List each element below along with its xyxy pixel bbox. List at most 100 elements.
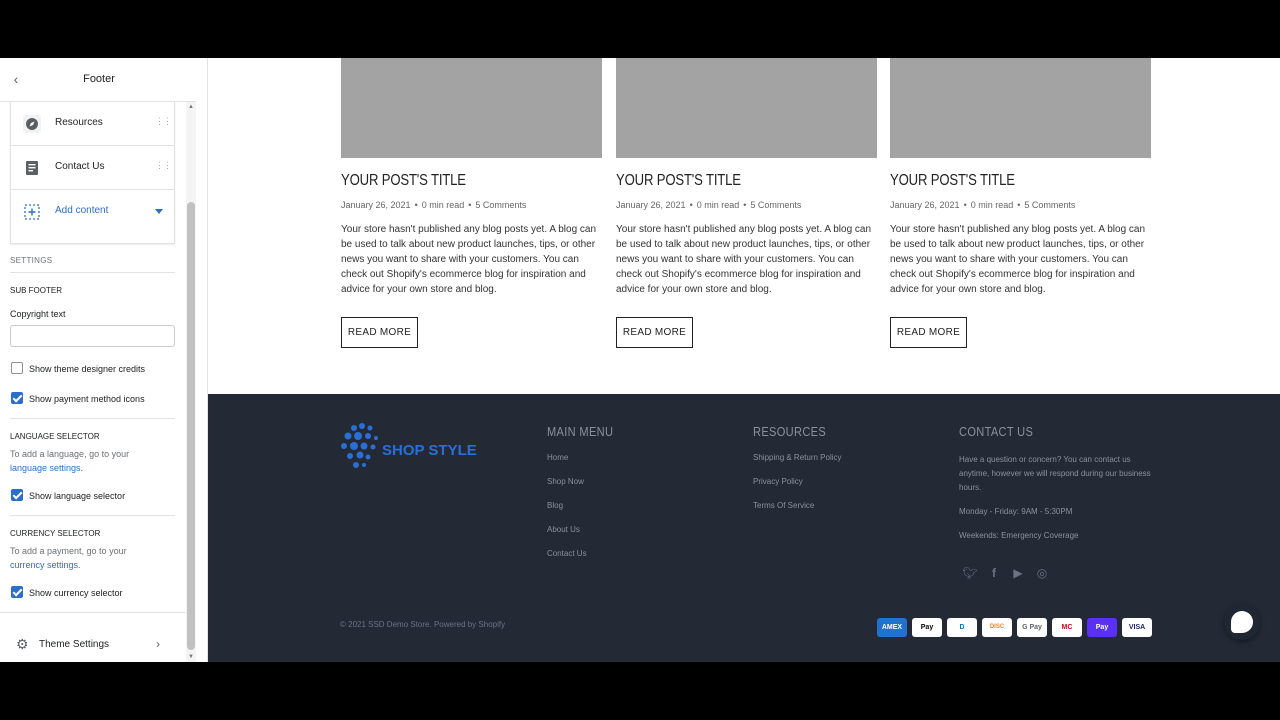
- show-currency-checkbox[interactable]: [11, 586, 23, 598]
- post-read-time: 0 min read: [696, 200, 740, 210]
- scroll-down-arrow-icon[interactable]: ▼: [188, 654, 194, 660]
- footer-link-privacy[interactable]: Privacy Policy: [753, 477, 842, 501]
- footer-link-home[interactable]: Home: [547, 453, 625, 477]
- footer-contact: CONTACT US Have a question or concern? Y…: [959, 424, 1154, 543]
- post-title[interactable]: YOUR POST'S TITLE: [616, 172, 830, 190]
- add-content-label: Add content: [55, 205, 109, 216]
- read-more-button[interactable]: READ MORE: [616, 317, 693, 348]
- currency-help-text: To add a payment, go to your currency se…: [10, 544, 175, 572]
- post-image-placeholder[interactable]: [890, 58, 1151, 158]
- block-resources[interactable]: Resources ⋮⋮: [11, 102, 174, 146]
- post-date: January 26, 2021: [341, 200, 411, 210]
- scrollbar-thumb[interactable]: [187, 202, 195, 650]
- store-preview: YOUR POST'S TITLE January 26, 2021 • 0 min…: [208, 58, 1280, 662]
- post-comments[interactable]: 5 Comments: [750, 200, 801, 210]
- post-excerpt: Your store hasn't published any blog pos…: [890, 224, 1146, 295]
- divider: [10, 272, 175, 273]
- blog-post-card: YOUR POST'S TITLE January 26, 2021 • 0 min…: [341, 58, 602, 348]
- show-language-label[interactable]: Show language selector: [29, 491, 125, 501]
- footer-link-terms[interactable]: Terms Of Service: [753, 501, 842, 525]
- diners-club-icon: D: [947, 618, 977, 637]
- divider: [10, 418, 175, 419]
- footer-link-blog[interactable]: Blog: [547, 501, 625, 525]
- editor-sidebar: ‹ Footer Resources ⋮⋮ Contact Us ⋮⋮ Add …: [0, 58, 208, 662]
- youtube-icon[interactable]: ▶: [1008, 566, 1028, 580]
- sub-footer-heading: SUB FOOTER: [10, 286, 63, 295]
- store-footer: SHOP STYLE MAIN MENU Home Shop Now Blog …: [208, 394, 1280, 662]
- drag-handle-icon[interactable]: ⋮⋮: [155, 160, 172, 171]
- post-date: January 26, 2021: [890, 200, 960, 210]
- discover-icon: DISC: [982, 618, 1012, 637]
- show-payment-icons-checkbox[interactable]: [11, 392, 23, 404]
- blog-post-card: YOUR POST'S TITLE January 26, 2021 • 0 min…: [890, 58, 1151, 348]
- show-payment-icons-label[interactable]: Show payment method icons: [29, 394, 145, 404]
- contact-heading: CONTACT US: [959, 424, 1034, 439]
- post-image-placeholder[interactable]: [616, 58, 877, 158]
- footer-link-shop-now[interactable]: Shop Now: [547, 477, 625, 501]
- add-block-icon: [24, 204, 40, 220]
- drag-handle-icon[interactable]: ⋮⋮: [155, 116, 172, 127]
- language-settings-link[interactable]: language settings.: [10, 463, 83, 473]
- currency-selector-heading: CURRENCY SELECTOR: [10, 529, 101, 538]
- block-label: Contact Us: [55, 161, 105, 172]
- contact-weekends: Weekends: Emergency Coverage: [959, 531, 1079, 540]
- google-pay-icon: G Pay: [1017, 618, 1047, 637]
- post-image-placeholder[interactable]: [341, 58, 602, 158]
- resources-heading: RESOURCES: [753, 424, 827, 439]
- payment-icons: AMEX Pay D DISC G Pay MC Pay VISA: [872, 618, 1152, 637]
- social-links: 🐦︎ f ▶ ◎: [960, 564, 1056, 582]
- copyright-text-label: Copyright text: [10, 309, 66, 319]
- mastercard-icon: MC: [1052, 618, 1082, 637]
- chat-button[interactable]: [1224, 604, 1260, 640]
- copyright-notice: © 2021 SSD Demo Store. Powered by Shopif…: [340, 620, 506, 629]
- post-excerpt: Your store hasn't published any blog pos…: [341, 224, 597, 295]
- scroll-up-arrow-icon[interactable]: ▲: [188, 104, 194, 110]
- contact-text: Have a question or concern? You can cont…: [959, 455, 1151, 492]
- copyright-text-input[interactable]: [10, 325, 175, 347]
- post-title[interactable]: YOUR POST'S TITLE: [341, 172, 555, 190]
- settings-heading: SETTINGS: [10, 256, 53, 265]
- currency-help: To add a payment, go to your: [10, 546, 127, 556]
- sidebar-scrollbar[interactable]: ▲ ▼: [186, 102, 196, 662]
- gear-icon: ⚙: [16, 636, 29, 652]
- show-credits-label[interactable]: Show theme designer credits: [29, 364, 145, 374]
- add-content-button[interactable]: Add content: [11, 190, 174, 234]
- language-selector-heading: LANGUAGE SELECTOR: [10, 432, 100, 441]
- footer-link-about-us[interactable]: About Us: [547, 525, 625, 549]
- chevron-right-icon: ›: [156, 637, 160, 651]
- twitter-icon[interactable]: 🐦︎: [960, 566, 980, 580]
- currency-settings-link[interactable]: currency settings.: [10, 560, 81, 570]
- post-meta: January 26, 2021 • 0 min read • 5 Comments: [341, 200, 527, 210]
- show-language-checkbox[interactable]: [11, 489, 23, 501]
- main-menu-links: Home Shop Now Blog About Us Contact Us: [547, 453, 625, 573]
- post-meta: January 26, 2021 • 0 min read • 5 Comments: [890, 200, 1076, 210]
- facebook-icon[interactable]: f: [984, 566, 1004, 580]
- show-currency-label[interactable]: Show currency selector: [29, 588, 123, 598]
- visa-icon: VISA: [1122, 618, 1152, 637]
- contact-hours: Monday - Friday: 9AM - 5:30PM: [959, 507, 1073, 516]
- instagram-icon[interactable]: ◎: [1032, 566, 1052, 580]
- post-meta: January 26, 2021 • 0 min read • 5 Comments: [616, 200, 802, 210]
- sidebar-title: Footer: [83, 73, 115, 85]
- editor-frame: ‹ Footer Resources ⋮⋮ Contact Us ⋮⋮ Add …: [0, 58, 1280, 662]
- shop-pay-icon: Pay: [1087, 618, 1117, 637]
- sidebar-scroll-area[interactable]: Resources ⋮⋮ Contact Us ⋮⋮ Add content S…: [0, 102, 186, 612]
- footer-blocks-list: Resources ⋮⋮ Contact Us ⋮⋮ Add content: [10, 102, 175, 244]
- show-credits-checkbox[interactable]: [11, 362, 23, 374]
- block-contact-us[interactable]: Contact Us ⋮⋮: [11, 146, 174, 190]
- post-excerpt: Your store hasn't published any blog pos…: [616, 224, 872, 295]
- post-comments[interactable]: 5 Comments: [475, 200, 526, 210]
- language-help: To add a language, go to your: [10, 449, 130, 459]
- post-title[interactable]: YOUR POST'S TITLE: [890, 172, 1104, 190]
- block-label: Resources: [55, 117, 103, 128]
- theme-settings-button[interactable]: ⚙ Theme Settings ›: [0, 612, 186, 662]
- read-more-button[interactable]: READ MORE: [341, 317, 418, 348]
- footer-link-shipping[interactable]: Shipping & Return Policy: [753, 453, 842, 477]
- read-more-button[interactable]: READ MORE: [890, 317, 967, 348]
- footer-resources: RESOURCES Shipping & Return Policy Priva…: [753, 424, 842, 525]
- theme-settings-label: Theme Settings: [39, 639, 110, 650]
- post-comments[interactable]: 5 Comments: [1024, 200, 1075, 210]
- footer-link-contact-us[interactable]: Contact Us: [547, 549, 625, 573]
- footer-main-menu: MAIN MENU Home Shop Now Blog About Us Co…: [547, 424, 625, 573]
- shop-style-logo[interactable]: SHOP STYLE: [340, 422, 490, 474]
